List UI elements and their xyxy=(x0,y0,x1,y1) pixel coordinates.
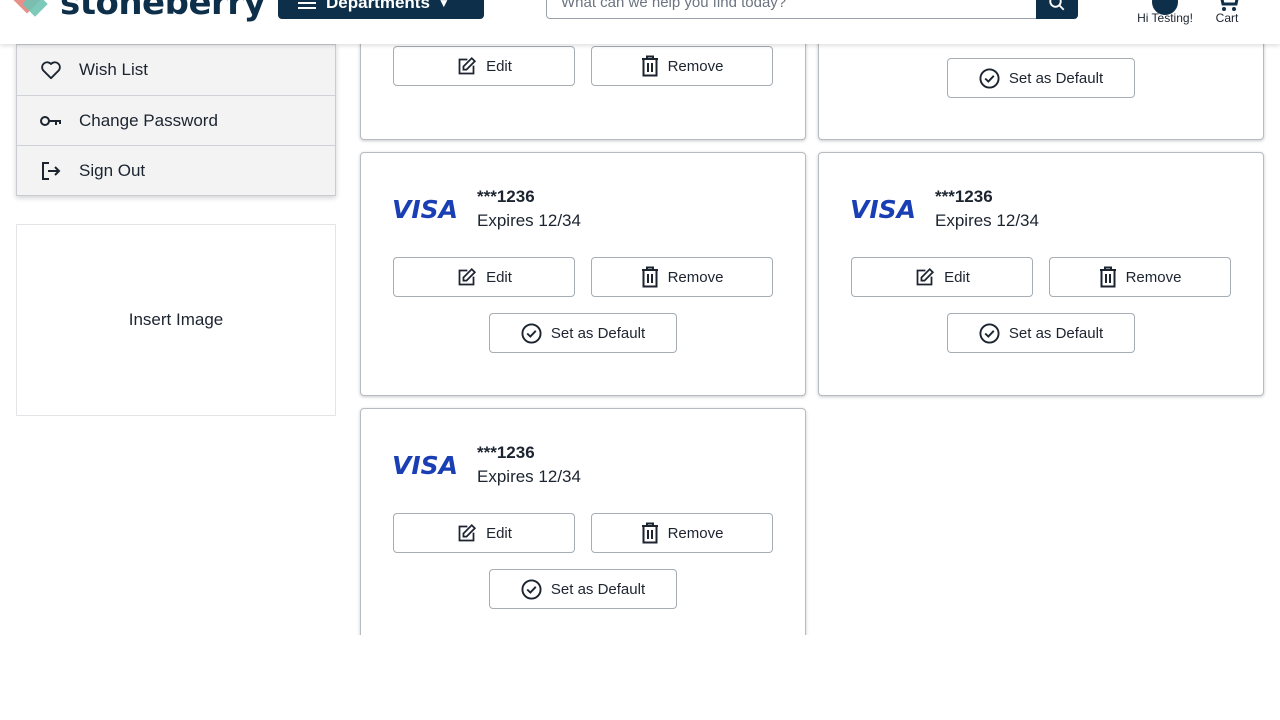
edit-icon xyxy=(914,267,935,288)
trash-icon xyxy=(641,522,659,544)
payment-card: VISA ***1236 Expires 12/34 Edit Remove S… xyxy=(360,408,806,635)
payment-card: VISA ***1236 Expires 12/34 Edit Remove S… xyxy=(360,152,806,396)
key-icon xyxy=(39,109,63,133)
remove-label: Remove xyxy=(667,57,724,75)
edit-label: Edit xyxy=(486,57,512,75)
chevron-down-icon: ▼ xyxy=(437,0,450,10)
set-default-label: Set as Default xyxy=(1008,324,1104,342)
visa-logo-icon: VISA xyxy=(851,197,915,221)
card-expiry: Expires 12/34 xyxy=(477,467,581,486)
card-expiry: Expires 12/34 xyxy=(477,211,581,230)
trash-icon xyxy=(641,266,659,288)
user-icon xyxy=(1152,0,1178,15)
card-info: VISA ***1236 Expires 12/34 xyxy=(393,185,581,233)
set-default-button[interactable]: Set as Default xyxy=(947,313,1135,353)
heart-icon xyxy=(39,58,63,82)
logo-text: stoneberry xyxy=(60,0,266,23)
departments-button[interactable]: Departments ▼ xyxy=(278,0,484,19)
remove-button[interactable]: Remove xyxy=(591,257,773,297)
card-info: VISA ***1236 Expires 12/34 xyxy=(851,185,1039,233)
set-default-label: Set as Default xyxy=(550,580,646,598)
check-circle-icon xyxy=(979,322,1000,344)
card-details: ***1236 Expires 12/34 xyxy=(477,185,581,233)
svg-text:VISA: VISA xyxy=(393,453,457,477)
edit-icon xyxy=(456,56,477,77)
set-default-button[interactable]: Set as Default xyxy=(489,569,677,609)
card-expiry: Expires 12/34 xyxy=(935,211,1039,230)
remove-label: Remove xyxy=(667,524,724,542)
search-bar xyxy=(546,0,1078,19)
card-details: ***1236 Expires 12/34 xyxy=(477,441,581,489)
image-placeholder: Insert Image xyxy=(16,224,336,416)
card-number: ***1236 xyxy=(477,187,535,206)
check-circle-icon xyxy=(521,578,542,600)
remove-button[interactable]: Remove xyxy=(591,46,773,86)
card-number: ***1236 xyxy=(935,187,993,206)
sidebar-item-label: Wish List xyxy=(79,60,148,79)
search-button[interactable] xyxy=(1036,0,1078,19)
edit-icon xyxy=(456,523,477,544)
visa-logo-icon: VISA xyxy=(393,197,457,221)
sidebar-item-change-password[interactable]: Change Password xyxy=(17,95,335,145)
account-link[interactable]: Hi Testing! xyxy=(1130,0,1200,44)
svg-text:VISA: VISA xyxy=(393,197,457,221)
card-details: ***1236 Expires 12/34 xyxy=(935,185,1039,233)
sidebar-item-label: Change Password xyxy=(79,110,218,130)
edit-label: Edit xyxy=(944,268,970,286)
edit-button[interactable]: Edit xyxy=(393,257,575,297)
logo-mark-icon xyxy=(11,0,48,19)
payment-card: VISA ***1236 Expires 12/34 Edit Remove S… xyxy=(818,152,1264,396)
edit-button[interactable]: Edit xyxy=(393,513,575,553)
sidebar-item-label: Sign Out xyxy=(79,160,146,180)
edit-label: Edit xyxy=(486,268,512,286)
edit-label: Edit xyxy=(486,524,512,542)
edit-button[interactable]: Edit xyxy=(851,257,1033,297)
stoneberry-logo[interactable]: stoneberry xyxy=(11,0,266,23)
account-sidebar-menu: Wish List Change Password Sign Out xyxy=(16,44,336,196)
menu-icon xyxy=(298,0,316,9)
card-number: ***1236 xyxy=(477,443,535,462)
cart-icon xyxy=(1220,0,1239,11)
remove-label: Remove xyxy=(1125,268,1182,286)
remove-button[interactable]: Remove xyxy=(1049,257,1231,297)
search-input[interactable] xyxy=(546,0,1036,19)
remove-label: Remove xyxy=(667,268,724,286)
set-default-label: Set as Default xyxy=(1008,69,1104,87)
edit-icon xyxy=(456,267,477,288)
sidebar-item-wish-list[interactable]: Wish List xyxy=(17,45,335,95)
sign-out-icon xyxy=(39,159,63,183)
site-header: stoneberry Departments ▼ Hi Testing! Car… xyxy=(0,0,1280,44)
sidebar-item-sign-out[interactable]: Sign Out xyxy=(17,145,335,195)
check-circle-icon xyxy=(521,322,542,344)
trash-icon xyxy=(641,55,659,77)
cart-link[interactable]: Cart xyxy=(1206,0,1248,44)
departments-label: Departments xyxy=(326,0,430,12)
visa-logo-icon: VISA xyxy=(393,453,457,477)
card-clip-region: VISA ***1236 Expires 12/34 Edit Remove S… xyxy=(356,400,816,635)
edit-button[interactable]: Edit xyxy=(393,46,575,86)
set-default-label: Set as Default xyxy=(550,324,646,342)
card-info: VISA ***1236 Expires 12/34 xyxy=(393,441,581,489)
search-icon xyxy=(1049,0,1065,10)
set-default-button[interactable]: Set as Default xyxy=(489,313,677,353)
svg-text:VISA: VISA xyxy=(851,197,915,221)
trash-icon xyxy=(1099,266,1117,288)
remove-button[interactable]: Remove xyxy=(591,513,773,553)
check-circle-icon xyxy=(979,67,1000,89)
set-default-button[interactable]: Set as Default xyxy=(947,58,1135,98)
